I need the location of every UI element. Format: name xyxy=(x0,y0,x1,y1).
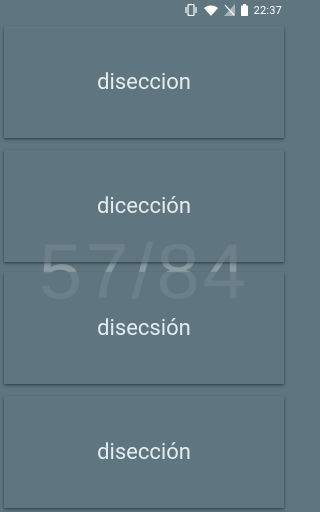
option-label: disección xyxy=(97,439,191,465)
status-bar: 22:37 xyxy=(0,0,288,20)
option-card-4[interactable]: disección xyxy=(4,396,284,508)
battery-icon xyxy=(240,3,248,17)
option-label: diseccion xyxy=(97,69,191,95)
option-card-3[interactable]: disecsión xyxy=(4,272,284,384)
status-time: 22:37 xyxy=(253,3,282,17)
wifi-icon xyxy=(203,3,218,17)
option-label: dicección xyxy=(96,193,191,219)
option-card-1[interactable]: diseccion xyxy=(4,26,284,138)
signal-off-icon xyxy=(223,3,235,17)
vibrate-icon xyxy=(184,3,198,17)
option-label: disecsión xyxy=(97,315,191,341)
option-card-2[interactable]: dicección xyxy=(4,150,284,262)
